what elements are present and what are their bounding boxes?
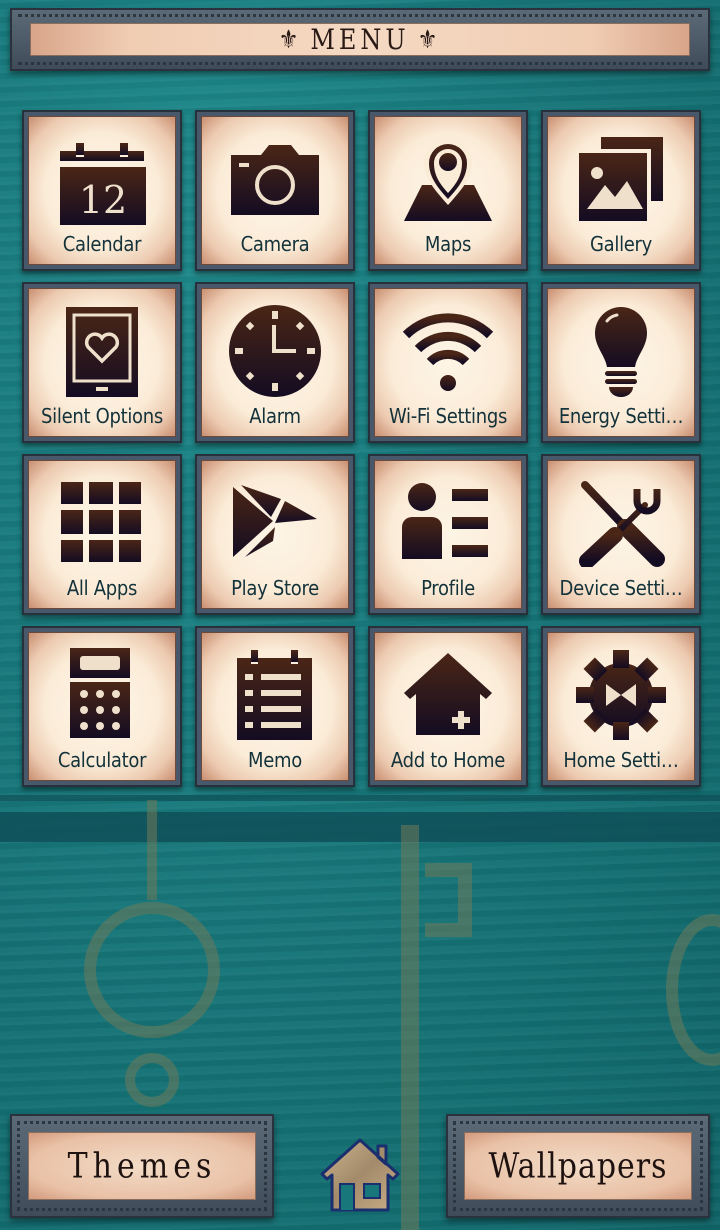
lightbulb-icon (571, 303, 671, 399)
add-home-icon (398, 647, 498, 743)
app-label: Memo (248, 748, 302, 772)
profile-card-icon (398, 475, 498, 571)
themes-button-plate: Themes (28, 1132, 256, 1200)
app-tile-alarm[interactable]: Alarm (195, 282, 355, 443)
wallpapers-button-plate: Wallpapers (464, 1132, 692, 1200)
app-tile-camera[interactable]: Camera (195, 110, 355, 271)
tablet-heart-icon (52, 303, 152, 399)
tools-icon (571, 475, 671, 571)
wallpaper-rail (0, 795, 720, 801)
app-tile-silent-options[interactable]: Silent Options (22, 282, 182, 443)
play-store-icon (225, 475, 325, 571)
memo-icon (225, 647, 325, 743)
app-tile-calculator[interactable]: Calculator (22, 626, 182, 787)
app-tile-gallery[interactable]: Gallery (541, 110, 701, 271)
app-tile-memo[interactable]: Memo (195, 626, 355, 787)
app-tile-home-settings[interactable]: Home Setti… (541, 626, 701, 787)
app-label: Home Setti… (563, 748, 679, 772)
app-label: Silent Options (41, 404, 163, 428)
gallery-icon (571, 131, 671, 227)
wallpapers-button-label: Wallpapers (488, 1145, 668, 1187)
app-tile-energy-settings[interactable]: Energy Setti… (541, 282, 701, 443)
app-label: Maps (424, 232, 472, 256)
wallpaper-rail (0, 812, 720, 842)
wifi-icon (398, 303, 498, 399)
app-tile-wifi-settings[interactable]: Wi-Fi Settings (368, 282, 528, 443)
app-label: Profile (421, 576, 475, 600)
svg-text:12: 12 (79, 178, 127, 222)
app-label: Camera (240, 232, 310, 256)
clock-icon (225, 303, 325, 399)
themes-button[interactable]: Themes (10, 1114, 274, 1218)
fleur-de-lis-icon: ⚜ (278, 25, 303, 54)
app-label: Add to Home (390, 748, 506, 772)
app-label: Alarm (249, 404, 301, 428)
menu-title-text: MENU (310, 23, 410, 56)
app-tile-profile[interactable]: Profile (368, 454, 528, 615)
app-label: Calendar (62, 232, 142, 256)
app-label: Wi-Fi Settings (388, 404, 508, 428)
calculator-icon (52, 647, 152, 743)
home-icon (320, 1138, 400, 1212)
app-tile-play-store[interactable]: Play Store (195, 454, 355, 615)
app-label: Calculator (57, 748, 147, 772)
app-tile-device-settings[interactable]: Device Setti… (541, 454, 701, 615)
app-label: Device Setti… (559, 576, 683, 600)
menu-header: ⚜ MENU ⚜ (10, 8, 710, 71)
app-tile-maps[interactable]: Maps (368, 110, 528, 271)
grid-icon (52, 475, 152, 571)
app-label: Energy Setti… (558, 404, 684, 428)
fleur-de-lis-icon: ⚜ (417, 25, 442, 54)
camera-icon (225, 131, 325, 227)
wallpapers-button[interactable]: Wallpapers (446, 1114, 710, 1218)
app-label: All Apps (66, 576, 138, 600)
gear-icon (571, 647, 671, 743)
themes-button-label: Themes (67, 1145, 217, 1187)
app-label: Gallery (590, 232, 652, 256)
app-tile-add-to-home[interactable]: Add to Home (368, 626, 528, 787)
home-button[interactable] (318, 1136, 402, 1212)
app-tile-calendar[interactable]: 12 Calendar (22, 110, 182, 271)
app-grid: 12 Calendar Camera Maps Gallery Silent O… (22, 110, 701, 787)
map-pin-icon (398, 131, 498, 227)
app-label: Play Store (231, 576, 319, 600)
menu-title: ⚜ MENU ⚜ (279, 23, 442, 55)
menu-header-plate: ⚜ MENU ⚜ (30, 23, 690, 56)
calendar-icon: 12 (52, 131, 152, 227)
app-tile-all-apps[interactable]: All Apps (22, 454, 182, 615)
